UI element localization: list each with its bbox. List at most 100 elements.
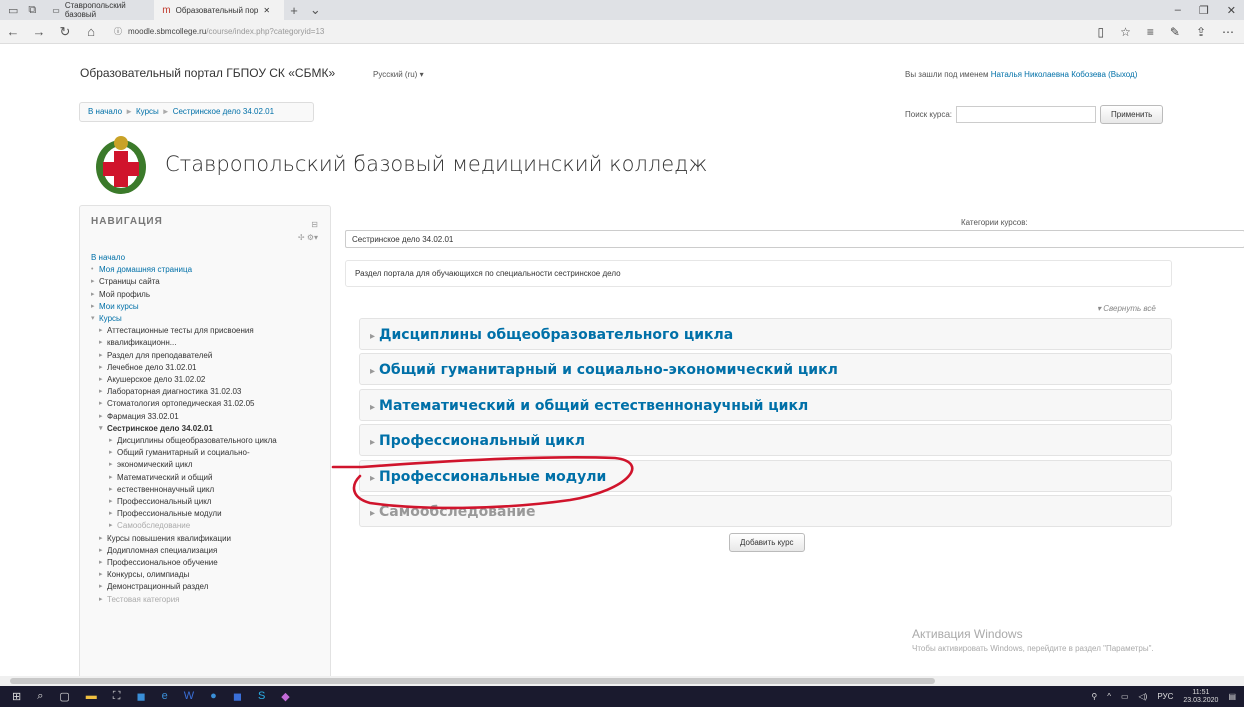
nav-item-test-category[interactable]: Тестовая категория: [99, 594, 323, 606]
chevron-right-icon: ▸: [370, 402, 376, 413]
nav-item-pharmacy[interactable]: Фармация 33.02.01: [99, 411, 323, 423]
nav-item-attestation-tests-cont[interactable]: квалификационн...: [99, 337, 323, 349]
nav-item-lab-diagnostics[interactable]: Лабораторная диагностика 31.02.03: [99, 386, 323, 398]
input-language[interactable]: РУС: [1157, 692, 1173, 701]
nav-item-demo[interactable]: Демонстрационный раздел: [99, 581, 323, 593]
nav-item-courses[interactable]: Курсы: [91, 313, 323, 325]
start-icon[interactable]: ⊞: [12, 690, 21, 703]
home-icon[interactable]: ⌂: [78, 24, 104, 39]
collapse-block-icon[interactable]: ⊟: [311, 220, 318, 229]
nav-item-math-science[interactable]: Математический и общий: [109, 472, 323, 484]
tab-actions-icon[interactable]: ▭: [8, 4, 18, 17]
reading-view-icon[interactable]: ▯: [1097, 25, 1104, 39]
volume-icon[interactable]: ◁): [1139, 692, 1148, 701]
logout-link[interactable]: (Выход): [1108, 70, 1137, 79]
category-row[interactable]: ▸ Математический и общий естественнонаучн…: [359, 389, 1172, 421]
word-icon[interactable]: W: [184, 690, 194, 703]
breadcrumb-courses[interactable]: Курсы: [136, 107, 159, 116]
apply-button[interactable]: Применить: [1100, 105, 1164, 124]
collapse-all-link[interactable]: ▾ Свернуть всё: [1097, 304, 1156, 313]
category-row[interactable]: ▸ Самообследование: [359, 495, 1172, 527]
nav-item-medicine[interactable]: Лечебное дело 31.02.01: [99, 362, 323, 374]
skype-icon[interactable]: S: [258, 690, 265, 703]
settings-gear-icon[interactable]: ⚙▾: [307, 233, 318, 242]
edge-icon[interactable]: e: [162, 690, 168, 703]
nav-item-obstetrics[interactable]: Акушерское дело 31.02.02: [99, 374, 323, 386]
back-icon[interactable]: ←: [0, 24, 26, 39]
forward-icon[interactable]: →: [26, 24, 52, 39]
nav-item-attestation-tests[interactable]: Аттестационные тесты для присвоения: [99, 325, 323, 337]
people-icon[interactable]: ⚲: [1091, 692, 1097, 701]
clock[interactable]: 11:51 23.03.2020: [1183, 689, 1218, 705]
maps-icon[interactable]: ◆: [281, 690, 289, 703]
page-icon: ▭: [52, 5, 60, 15]
category-row[interactable]: ▸ Дисциплины общеобразовательного цикла: [359, 318, 1172, 350]
category-select[interactable]: Сестринское дело 34.02.01: [345, 230, 1244, 248]
more-icon[interactable]: ⋯: [1222, 25, 1234, 39]
close-tab-icon[interactable]: ✕: [263, 6, 270, 15]
nav-item-dentistry[interactable]: Стоматология ортопедическая 31.02.05: [99, 398, 323, 410]
navigation-block: НАВИГАЦИЯ ⊟ ✢ ⚙▾ В начало Моя домашняя с…: [79, 205, 331, 680]
minimize-icon[interactable]: –: [1175, 4, 1181, 17]
refresh-icon[interactable]: ↻: [52, 24, 78, 40]
share-icon[interactable]: ⇪: [1196, 25, 1206, 39]
restore-icon[interactable]: ❐: [1199, 4, 1209, 17]
favorites-hub-icon[interactable]: ≡: [1147, 25, 1154, 39]
windows-activation-watermark: Активация Windows Чтобы активировать Win…: [912, 627, 1154, 653]
store-icon[interactable]: ⛶: [113, 690, 121, 703]
user-name-link[interactable]: Наталья Николаевна Кобозева: [991, 70, 1106, 79]
tab-list-chevron-icon[interactable]: ⌄: [304, 2, 327, 18]
nav-item-humanities[interactable]: Общий гуманитарный и социально-: [109, 447, 323, 459]
browser-tab-2[interactable]: m Образовательный пор ✕: [154, 0, 285, 20]
pen-icon[interactable]: ✎: [1170, 25, 1180, 39]
college-name: Ставропольский базовый медицинский колле…: [165, 152, 708, 176]
navigation-title: НАВИГАЦИЯ: [91, 216, 163, 227]
nav-item-nursing[interactable]: Сестринское дело 34.02.01: [99, 423, 323, 435]
nav-item-vocational[interactable]: Профессиональное обучение: [99, 557, 323, 569]
search-icon[interactable]: ⌕: [37, 690, 43, 703]
nav-item-advanced-training[interactable]: Курсы повышения квалификации: [99, 533, 323, 545]
move-icon[interactable]: ✢: [298, 233, 305, 242]
nav-item-professional-cycle[interactable]: Профессиональный цикл: [109, 496, 323, 508]
nav-item-general-disciplines[interactable]: Дисциплины общеобразовательного цикла: [109, 435, 323, 447]
nav-item-self-assessment[interactable]: Самообследование: [109, 520, 323, 532]
category-row[interactable]: ▸ Профессиональные модули: [359, 460, 1172, 492]
nav-item-math-science-cont[interactable]: естественнонаучный цикл: [109, 484, 323, 496]
nav-item-site-pages[interactable]: Страницы сайта: [91, 276, 323, 288]
nav-item-professional-modules[interactable]: Профессиональные модули: [109, 508, 323, 520]
nav-item-predegree[interactable]: Додипломная специализация: [99, 545, 323, 557]
word-doc-icon[interactable]: ◼: [233, 690, 242, 703]
tray-chevron-icon[interactable]: ^: [1107, 692, 1111, 701]
outlook-icon[interactable]: ◼: [137, 690, 146, 703]
scrollbar-thumb[interactable]: [10, 678, 935, 684]
nav-item-profile[interactable]: Мой профиль: [91, 289, 323, 301]
nav-item-dashboard[interactable]: Моя домашняя страница: [91, 264, 323, 276]
category-row[interactable]: ▸ Профессиональный цикл: [359, 424, 1172, 456]
nav-item-home[interactable]: В начало: [91, 252, 323, 264]
close-window-icon[interactable]: ✕: [1227, 4, 1236, 17]
network-icon[interactable]: ▭: [1121, 692, 1129, 701]
breadcrumb-home[interactable]: В начало: [88, 107, 122, 116]
file-explorer-icon[interactable]: ▬: [86, 690, 97, 703]
nav-item-my-courses[interactable]: Мои курсы: [91, 301, 323, 313]
language-menu[interactable]: Русский (ru) ▾: [373, 70, 424, 79]
task-view-icon[interactable]: ▢: [59, 690, 69, 703]
nav-item-humanities-cont[interactable]: экономический цикл: [109, 459, 323, 471]
notifications-icon[interactable]: ▤: [1228, 692, 1236, 701]
favorite-star-icon[interactable]: ☆: [1120, 25, 1131, 39]
url-field[interactable]: ⓘ moodle.sbmcollege.ru/course/index.php?…: [114, 26, 1014, 37]
tab-preview-icon[interactable]: ⧉: [28, 4, 36, 17]
horizontal-scrollbar[interactable]: [0, 676, 1244, 686]
nav-item-teachers[interactable]: Раздел для преподавателей: [99, 350, 323, 362]
breadcrumb-current[interactable]: Сестринское дело 34.02.01: [173, 107, 274, 116]
chevron-right-icon: ▸: [370, 473, 376, 484]
browser-tab-1[interactable]: ▭ Ставропольский базовый: [44, 0, 154, 20]
category-row[interactable]: ▸ Общий гуманитарный и социально-экономич…: [359, 353, 1172, 385]
nav-item-contests[interactable]: Конкурсы, олимпиады: [99, 569, 323, 581]
add-course-button[interactable]: Добавить курс: [729, 533, 805, 552]
navigation-tree: В начало Моя домашняя страница Страницы …: [91, 252, 323, 606]
edge-active-icon[interactable]: ●: [210, 690, 217, 703]
course-search-input[interactable]: [956, 106, 1097, 123]
site-title[interactable]: Образовательный портал ГБПОУ СК «СБМК»: [80, 66, 335, 80]
new-tab-button[interactable]: +: [284, 3, 304, 18]
